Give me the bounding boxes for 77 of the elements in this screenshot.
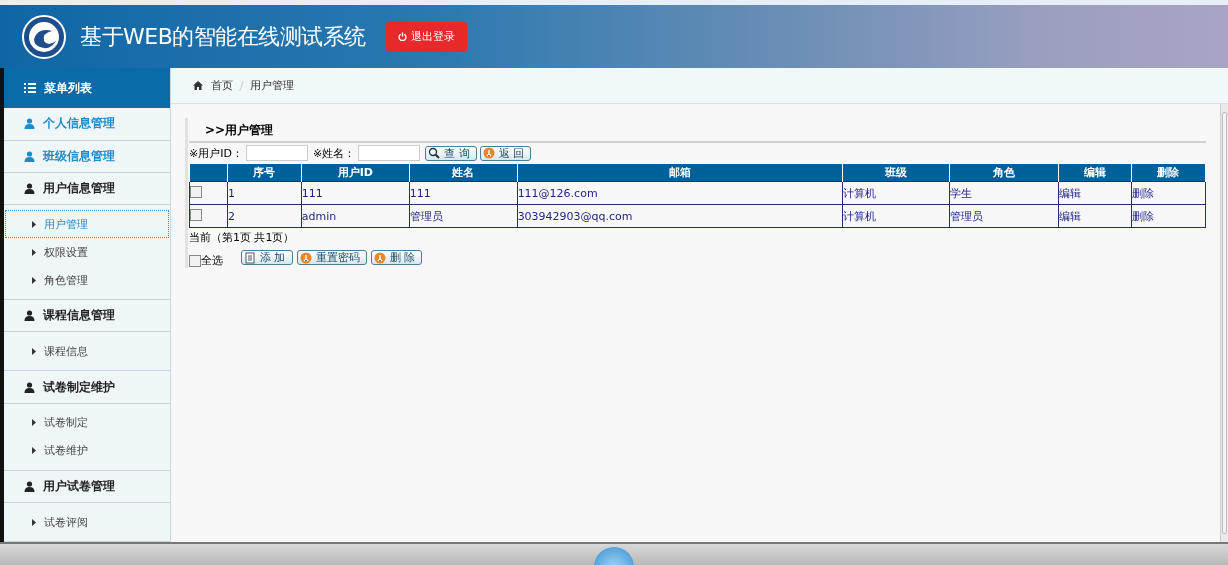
column-header: 姓名 [409, 163, 518, 182]
menu-item[interactable]: 权限设置 [5, 238, 169, 267]
table-link[interactable]: 编辑 [1058, 181, 1132, 205]
menu-item[interactable]: 课程信息 [5, 337, 169, 366]
column-header: 序号 [227, 163, 302, 182]
column-header: 班级 [842, 163, 950, 182]
menu-group[interactable]: 用户试卷管理 [4, 470, 170, 503]
table-cell: admin [301, 204, 410, 228]
reset-password-button[interactable]: 重置密码 [296, 250, 367, 265]
caret-icon [32, 248, 36, 256]
runner-icon [299, 251, 312, 264]
section-title: >>用户管理 [189, 118, 1206, 143]
table-cell: 学生 [949, 181, 1059, 205]
table-cell: 1 [227, 181, 302, 205]
table-cell: 111 [301, 181, 410, 205]
caret-icon [32, 419, 36, 427]
logout-button[interactable]: 退出登录 [385, 21, 467, 52]
menu-item[interactable]: 用户管理 [5, 210, 169, 239]
menu-group[interactable]: 试卷制定维护 [4, 371, 170, 404]
table-cell: 计算机 [842, 204, 950, 228]
table-cell: 111@126.com [517, 181, 843, 205]
menu-title: 菜单列表 [44, 79, 92, 97]
column-header: 用户ID [301, 163, 410, 182]
table-link[interactable]: 删除 [1131, 181, 1206, 205]
caret-icon [32, 276, 36, 284]
menu-group[interactable]: 用户信息管理 [4, 172, 170, 206]
table-cell: 303942903@qq.com [517, 204, 843, 228]
pager-text: 当前（第1页 共1页） [189, 230, 296, 245]
breadcrumb-item[interactable]: 首页 [211, 78, 233, 93]
user-icon [24, 381, 35, 393]
add-button[interactable]: 添 加 [241, 250, 293, 265]
power-icon [397, 32, 407, 41]
home-icon [193, 81, 203, 90]
user-icon [24, 182, 35, 194]
logo [22, 14, 66, 59]
user-icon [24, 150, 35, 162]
column-header: 删除 [1131, 163, 1206, 182]
runner-icon [373, 251, 386, 264]
field-label: ※姓名： [312, 145, 356, 161]
table-cell: 111 [409, 181, 518, 205]
user-icon [24, 480, 35, 492]
checkbox[interactable] [190, 208, 202, 221]
menu-item[interactable]: 试卷制定 [5, 408, 169, 437]
caret-icon [32, 518, 36, 526]
table-link[interactable]: 编辑 [1058, 204, 1132, 228]
delete-button[interactable]: 删 除 [370, 250, 422, 265]
input-field[interactable] [245, 145, 308, 161]
table-cell: 管理员 [409, 204, 518, 228]
table-cell: 计算机 [842, 181, 950, 205]
caret-icon [32, 447, 36, 455]
user-icon [24, 118, 35, 130]
input-field[interactable] [358, 145, 421, 161]
back-button[interactable]: 返 回 [479, 145, 532, 161]
caret-icon [32, 220, 36, 228]
breadcrumb-item: 用户管理 [250, 78, 294, 93]
runner-icon [482, 147, 495, 159]
checkbox-label: 全选 [201, 253, 223, 268]
list-icon [24, 83, 36, 94]
checkbox[interactable] [189, 254, 201, 267]
field-label: ※用户ID： [189, 145, 243, 161]
magnifier-icon [428, 147, 441, 159]
menu-item[interactable]: 角色管理 [5, 266, 169, 295]
menu-item[interactable]: 试卷评阅 [5, 508, 169, 536]
checkbox[interactable] [190, 185, 202, 198]
document-icon [244, 251, 256, 264]
column-header: 角色 [949, 163, 1059, 182]
search-button[interactable]: 查 询 [425, 145, 477, 161]
caret-icon [32, 347, 36, 355]
table-cell: 2 [227, 204, 302, 228]
column-header: 编辑 [1058, 163, 1132, 182]
column-header: 邮箱 [517, 163, 843, 182]
menu-group[interactable]: 课程信息管理 [4, 300, 170, 333]
table-link[interactable]: 删除 [1131, 204, 1206, 228]
menu-item[interactable]: 试卷维护 [5, 436, 169, 465]
table-cell: 管理员 [949, 204, 1059, 228]
user-icon [24, 310, 35, 322]
app-title: 基于WEB的智能在线测试系统 [80, 22, 366, 51]
